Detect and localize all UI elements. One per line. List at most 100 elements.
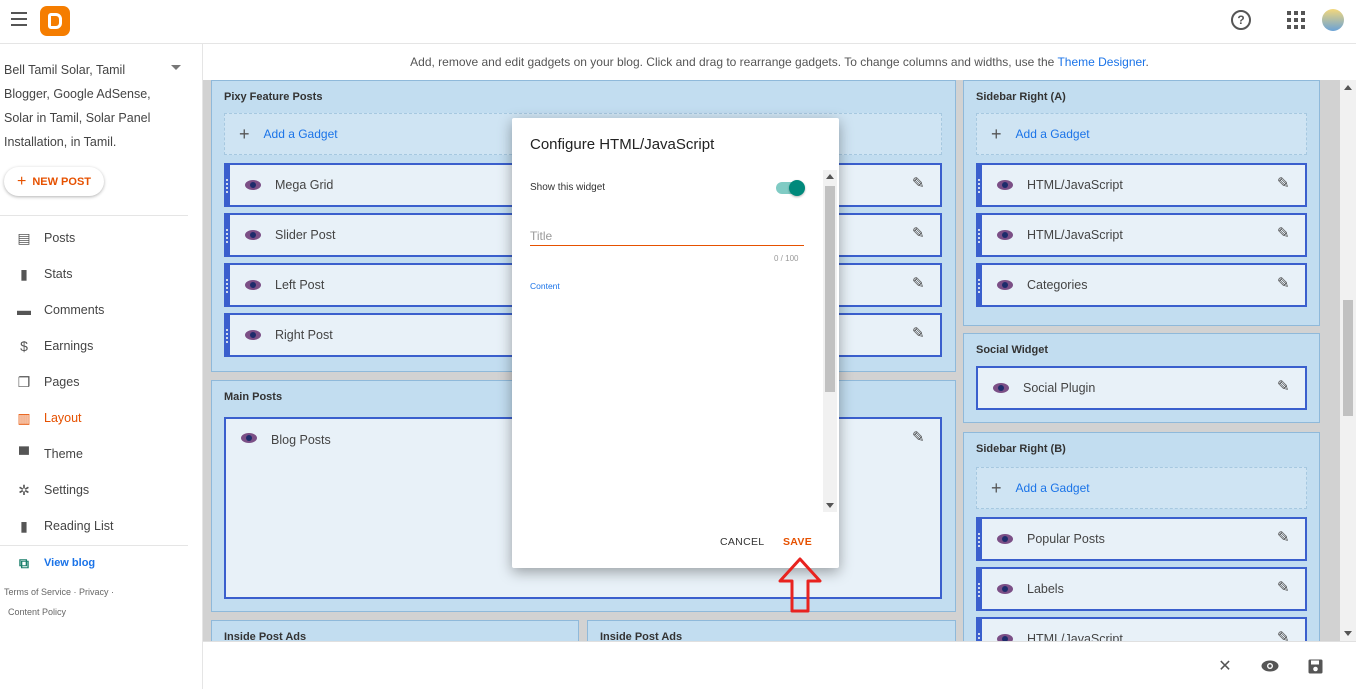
drag-handle-icon[interactable] [978,583,980,597]
edit-pencil-icon[interactable]: ✎ [912,226,926,241]
show-widget-toggle[interactable] [776,180,805,196]
gadget-labels[interactable]: Labels ✎ [976,567,1307,611]
chevron-down-icon[interactable] [171,65,181,70]
edit-pencil-icon[interactable]: ✎ [1277,276,1291,291]
edit-pencil-icon[interactable]: ✎ [1277,530,1291,545]
edit-pencil-icon[interactable]: ✎ [912,176,926,191]
close-icon[interactable]: ✕ [1216,657,1234,675]
sidebar-item-settings[interactable]: ✲ Settings [16,480,89,500]
edit-pencil-icon[interactable]: ✎ [1277,226,1291,241]
eye-icon[interactable] [997,230,1013,240]
sidebar-item-posts[interactable]: ▤ Posts [16,228,75,248]
toggle-knob[interactable] [789,180,805,196]
layout-icon: ▥ [17,409,31,426]
eye-icon[interactable] [997,180,1013,190]
terms-link[interactable]: Terms of Service [4,587,71,597]
drag-handle-icon[interactable] [978,179,980,193]
drag-handle-icon[interactable] [226,179,228,193]
add-gadget-button[interactable]: + Add a Gadget [976,467,1307,509]
title-char-counter: 0 / 100 [774,254,799,263]
eye-icon[interactable] [241,433,257,443]
sidebar-item-comments[interactable]: ▬ Comments [16,300,104,320]
page-scrollbar[interactable] [1340,80,1356,641]
content-policy-link[interactable]: Content Policy [8,607,66,617]
sidebar-item-label: Pages [44,375,80,389]
drag-handle-icon[interactable] [226,329,228,343]
save-disk-icon[interactable] [1306,657,1324,675]
eye-icon[interactable] [997,634,1013,641]
gadget-label: Labels [1027,582,1064,596]
scroll-thumb[interactable] [1343,300,1353,416]
edit-pencil-icon[interactable]: ✎ [1277,630,1291,641]
gadget-label: Social Plugin [1023,381,1096,395]
gadget-categories[interactable]: Categories ✎ [976,263,1307,307]
posts-icon: ▤ [17,229,31,246]
sidebar-item-label: Layout [44,411,82,425]
title-input[interactable] [530,226,804,246]
scroll-thumb[interactable] [825,186,835,392]
sidebar-item-earnings[interactable]: $ Earnings [16,336,93,356]
cancel-button[interactable]: CANCEL [720,536,764,548]
gadget-label: Categories [1027,278,1088,292]
new-post-label: NEW POST [32,175,91,188]
gadget-html-javascript[interactable]: HTML/JavaScript ✎ [976,213,1307,257]
section-sidebar-right-b: Sidebar Right (B) + Add a Gadget Popular… [963,432,1320,641]
gadget-popular-posts[interactable]: Popular Posts ✎ [976,517,1307,561]
eye-icon[interactable] [245,280,261,290]
gadget-label: HTML/JavaScript [1027,632,1123,641]
section-title: Sidebar Right (A) [976,91,1066,103]
apps-grid-icon[interactable] [1287,11,1305,29]
edit-pencil-icon[interactable]: ✎ [912,430,926,445]
eye-icon[interactable] [993,383,1009,393]
blog-selector[interactable]: Bell Tamil Solar, Tamil Blogger, Google … [4,58,174,154]
dialog-scrollbar[interactable] [823,170,837,512]
scroll-down-icon[interactable] [826,503,834,508]
gadget-social-plugin[interactable]: Social Plugin ✎ [976,366,1307,410]
new-post-button[interactable]: + NEW POST [4,167,104,196]
edit-pencil-icon[interactable]: ✎ [912,276,926,291]
drag-handle-icon[interactable] [978,533,980,547]
drag-handle-icon[interactable] [978,633,980,641]
menu-icon[interactable] [11,12,27,26]
theme-designer-link[interactable]: Theme Designer [1057,55,1145,69]
privacy-link[interactable]: Privacy [79,587,109,597]
sidebar-item-theme[interactable]: ▀ Theme [16,444,83,464]
drag-handle-icon[interactable] [226,279,228,293]
eye-icon[interactable] [245,230,261,240]
sidebar-item-stats[interactable]: ▮ Stats [16,264,72,284]
drag-handle-icon[interactable] [978,279,980,293]
edit-pencil-icon[interactable]: ✎ [1277,176,1291,191]
section-title: Inside Post Ads [224,631,307,641]
gadget-html-javascript[interactable]: HTML/JavaScript ✎ [976,617,1307,641]
avatar[interactable] [1322,9,1344,31]
view-blog-link[interactable]: ⧉ View blog [16,553,95,573]
eye-icon[interactable] [997,280,1013,290]
edit-pencil-icon[interactable]: ✎ [1277,580,1291,595]
help-icon[interactable]: ? [1231,10,1251,30]
plus-icon: + [239,123,250,144]
sidebar-item-pages[interactable]: ❐ Pages [16,372,80,392]
hint-text: Add, remove and edit gadgets on your blo… [410,55,1058,69]
scroll-up-icon[interactable] [1344,85,1352,90]
scroll-down-icon[interactable] [1344,631,1352,636]
blogger-logo-icon[interactable] [40,6,70,36]
save-button[interactable]: SAVE [783,536,812,548]
sidebar-item-layout[interactable]: ▥ Layout [16,408,82,428]
add-gadget-label: Add a Gadget [263,127,338,141]
preview-eye-icon[interactable] [1261,657,1279,675]
sidebar-item-reading-list[interactable]: ▮ Reading List [16,516,113,536]
eye-icon[interactable] [997,534,1013,544]
add-gadget-button[interactable]: + Add a Gadget [976,113,1307,155]
scroll-up-icon[interactable] [826,174,834,179]
drag-handle-icon[interactable] [978,229,980,243]
edit-pencil-icon[interactable]: ✎ [1277,379,1291,394]
eye-icon[interactable] [997,584,1013,594]
eye-icon[interactable] [245,180,261,190]
edit-pencil-icon[interactable]: ✎ [912,326,926,341]
section-title: Main Posts [224,391,283,403]
eye-icon[interactable] [245,330,261,340]
drag-handle-icon[interactable] [226,229,228,243]
gadget-label: Popular Posts [1027,532,1105,546]
gadget-html-javascript[interactable]: HTML/JavaScript ✎ [976,163,1307,207]
section-inside-post-ads-right: Inside Post Ads [587,620,956,641]
